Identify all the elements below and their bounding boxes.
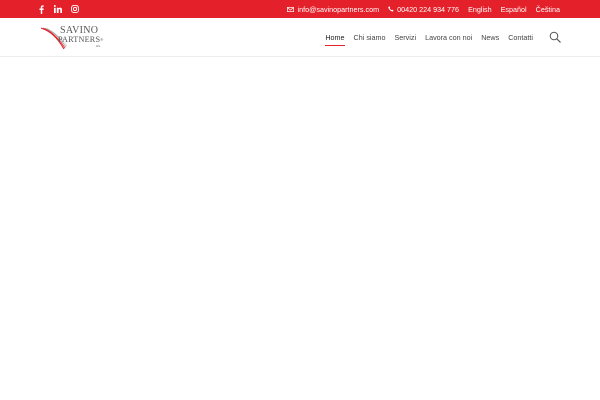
linkedin-icon[interactable] [54,0,62,18]
nav-servizi[interactable]: Servizi [395,29,417,46]
nav-lavora-con-noi[interactable]: Lavora con noi [425,29,472,46]
main-nav: Home Chi siamo Servizi Lavora con noi Ne… [316,18,533,56]
facebook-icon[interactable] [37,0,45,18]
nav-chi-siamo[interactable]: Chi siamo [354,29,386,46]
instagram-icon[interactable] [71,0,79,18]
envelope-icon [287,5,295,14]
phone-link[interactable]: 00420 224 934 776 [388,5,459,14]
email-text: info@savinopartners.com [297,4,380,14]
logo-registered: ® [100,37,104,42]
top-bar: info@savinopartners.com 00420 224 934 77… [0,0,600,18]
nav-contatti[interactable]: Contatti [508,29,533,46]
phone-icon [388,5,394,14]
lang-espanol[interactable]: Español [501,5,527,14]
nav-home[interactable]: Home [325,29,345,46]
search-icon[interactable] [549,30,561,43]
email-link[interactable]: info@savinopartners.com [287,5,379,14]
logo-suffix: a.s. [96,44,101,48]
lang-cestina[interactable]: Čeština [536,5,560,14]
logo-word-2: PARTNERS® [58,35,104,44]
logo[interactable]: SAVINO PARTNERS® a.s. [40,25,112,50]
phone-text: 00420 224 934 776 [397,4,460,14]
lang-english[interactable]: English [468,5,492,14]
top-contacts: info@savinopartners.com 00420 224 934 77… [278,0,560,18]
social-links [37,0,79,18]
nav-news[interactable]: News [481,29,499,46]
